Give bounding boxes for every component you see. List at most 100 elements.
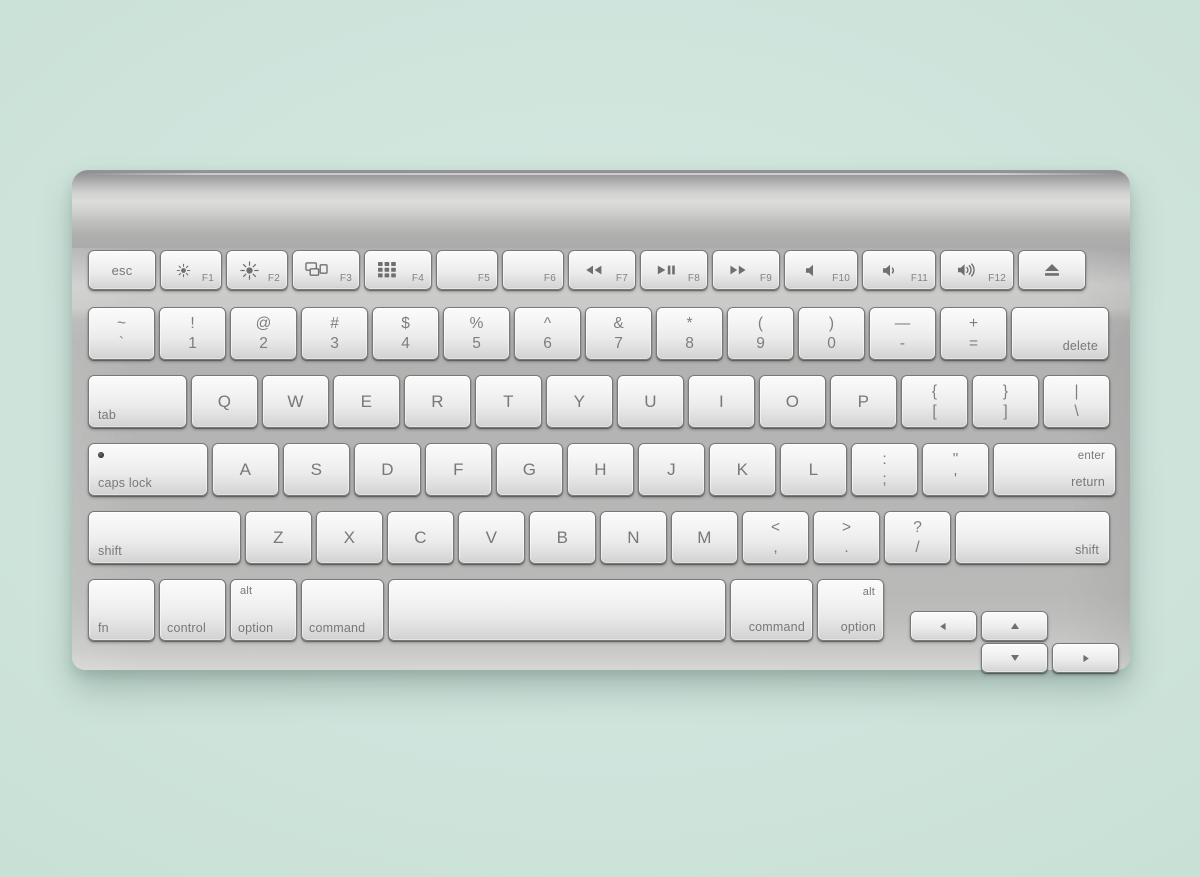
key-1[interactable]: ! 1 — [159, 307, 226, 360]
key-d[interactable]: D — [354, 443, 421, 496]
key-p[interactable]: P — [830, 375, 897, 428]
key-5[interactable]: % 5 — [443, 307, 510, 360]
arrow-key-cluster — [910, 611, 1119, 673]
key-minus-labels: — - — [894, 315, 911, 352]
key-semicolon[interactable]: : ; — [851, 443, 918, 496]
key-0[interactable]: ) 0 — [798, 307, 865, 360]
key-o[interactable]: O — [759, 375, 826, 428]
key-slash[interactable]: ? / — [884, 511, 951, 564]
arrow-left-icon — [911, 612, 976, 640]
key-r[interactable]: R — [404, 375, 471, 428]
key-x[interactable]: X — [316, 511, 383, 564]
key-command-right[interactable]: command — [730, 579, 813, 641]
key-f5[interactable]: F5 — [436, 250, 498, 290]
key-option-left[interactable]: alt option — [230, 579, 297, 641]
key-b-label: B — [556, 527, 569, 547]
key-f11-label: F11 — [910, 273, 928, 284]
key-f8[interactable]: F8 — [640, 250, 708, 290]
key-backtick[interactable]: ~ ` — [88, 307, 155, 360]
key-shift-left[interactable]: shift — [88, 511, 241, 564]
key-delete[interactable]: delete — [1011, 307, 1109, 360]
key-arrow-down[interactable] — [981, 643, 1048, 673]
key-bracket-left[interactable]: { [ — [901, 375, 968, 428]
key-8-labels: * 8 — [685, 315, 694, 352]
key-g[interactable]: G — [496, 443, 563, 496]
key-backslash[interactable]: | \ — [1043, 375, 1110, 428]
key-equals[interactable]: + = — [940, 307, 1007, 360]
key-f-label: F — [453, 459, 464, 479]
brightness-up-icon — [227, 251, 271, 289]
key-c-label: C — [414, 527, 427, 547]
key-8[interactable]: * 8 — [656, 307, 723, 360]
key-arrow-left[interactable] — [910, 611, 977, 641]
key-l[interactable]: L — [780, 443, 847, 496]
key-h[interactable]: H — [567, 443, 634, 496]
key-b[interactable]: B — [529, 511, 596, 564]
key-k[interactable]: K — [709, 443, 776, 496]
key-u[interactable]: U — [617, 375, 684, 428]
key-command-left[interactable]: command — [301, 579, 384, 641]
key-quote[interactable]: " ' — [922, 443, 989, 496]
key-3[interactable]: # 3 — [301, 307, 368, 360]
modifier-key-row: fn control alt option command command al… — [88, 579, 884, 641]
key-f4[interactable]: F4 — [364, 250, 432, 290]
key-f10[interactable]: F10 — [784, 250, 858, 290]
key-comma[interactable]: < , — [742, 511, 809, 564]
key-f11[interactable]: F11 — [862, 250, 936, 290]
key-i-label: I — [718, 391, 725, 411]
key-e[interactable]: E — [333, 375, 400, 428]
key-space[interactable] — [388, 579, 726, 641]
key-6[interactable]: ^ 6 — [514, 307, 581, 360]
key-option-right[interactable]: alt option — [817, 579, 884, 641]
key-z[interactable]: Z — [245, 511, 312, 564]
key-c[interactable]: C — [387, 511, 454, 564]
key-shift-right[interactable]: shift — [955, 511, 1110, 564]
key-f9[interactable]: F9 — [712, 250, 780, 290]
key-minus[interactable]: — - — [869, 307, 936, 360]
key-control[interactable]: control — [159, 579, 226, 641]
wireless-keyboard: esc F1 F2 F3 F4 F5 F6 F7 F8 F9 F10 F11 F… — [72, 170, 1130, 673]
key-y[interactable]: Y — [546, 375, 613, 428]
key-fn[interactable]: fn — [88, 579, 155, 641]
key-bracket-right[interactable]: } ] — [972, 375, 1039, 428]
key-4[interactable]: $ 4 — [372, 307, 439, 360]
key-d-label: D — [381, 459, 394, 479]
key-f6[interactable]: F6 — [502, 250, 564, 290]
rewind-icon — [569, 251, 619, 289]
key-m[interactable]: M — [671, 511, 738, 564]
key-return[interactable]: enter return — [993, 443, 1116, 496]
key-arrow-right[interactable] — [1052, 643, 1119, 673]
key-v[interactable]: V — [458, 511, 525, 564]
key-f3[interactable]: F3 — [292, 250, 360, 290]
arrow-up-icon — [982, 612, 1047, 640]
key-f12[interactable]: F12 — [940, 250, 1014, 290]
key-o-label: O — [785, 391, 800, 411]
key-tab[interactable]: tab — [88, 375, 187, 428]
key-q[interactable]: Q — [191, 375, 258, 428]
key-f2-label: F2 — [267, 273, 280, 284]
key-j[interactable]: J — [638, 443, 705, 496]
key-t[interactable]: T — [475, 375, 542, 428]
key-f10-label: F10 — [832, 273, 850, 284]
key-2[interactable]: @ 2 — [230, 307, 297, 360]
key-esc[interactable]: esc — [88, 250, 156, 290]
key-caps-lock[interactable]: caps lock — [88, 443, 208, 496]
key-period[interactable]: > . — [813, 511, 880, 564]
key-s[interactable]: S — [283, 443, 350, 496]
key-i[interactable]: I — [688, 375, 755, 428]
key-eject[interactable] — [1018, 250, 1086, 290]
key-a[interactable]: A — [212, 443, 279, 496]
key-f1[interactable]: F1 — [160, 250, 222, 290]
key-f5-label: F5 — [477, 273, 490, 284]
key-n[interactable]: N — [600, 511, 667, 564]
key-f7[interactable]: F7 — [568, 250, 636, 290]
key-7[interactable]: & 7 — [585, 307, 652, 360]
key-arrow-up[interactable] — [981, 611, 1048, 641]
key-f2[interactable]: F2 — [226, 250, 288, 290]
key-f[interactable]: F — [425, 443, 492, 496]
eject-icon — [1019, 251, 1085, 289]
brightness-down-icon — [161, 251, 205, 289]
key-9[interactable]: ( 9 — [727, 307, 794, 360]
key-w[interactable]: W — [262, 375, 329, 428]
qwerty-key-row: tab Q W E R T Y U I O P {[}] | \ — [88, 375, 1110, 428]
